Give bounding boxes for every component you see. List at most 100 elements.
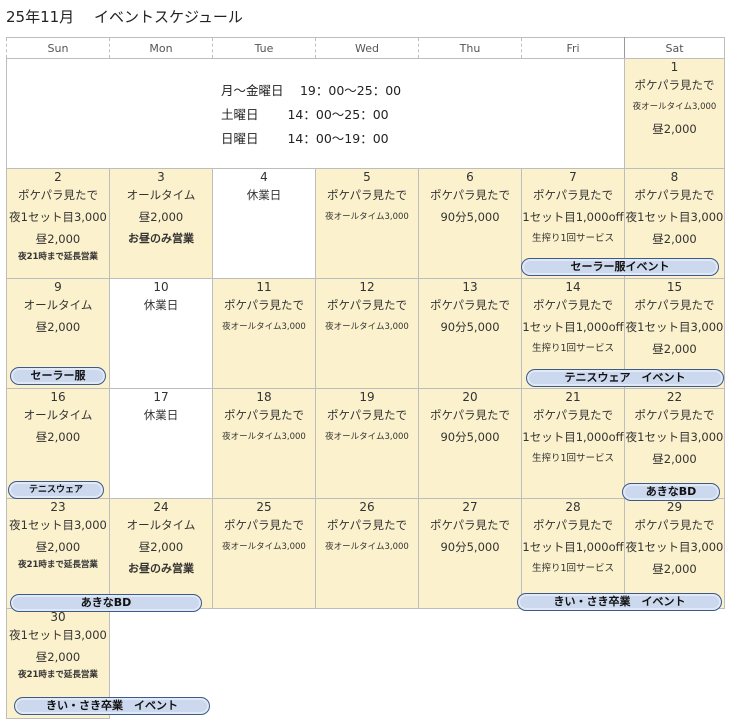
day-cell-29[interactable]: 29 ポケパラ見たで 夜1セット目3,000 昼2,000 — [624, 498, 725, 609]
day-detail-line: ポケパラ見たで — [532, 298, 614, 312]
hours-sunday: 日曜日 14：00～19：00 — [221, 131, 389, 146]
day-number: 7 — [569, 170, 577, 184]
day-detail-line: 夜21時まで延長営業 — [18, 560, 98, 570]
day-details: ポケパラ見たで 夜1セット目3,000 昼2,000 — [625, 294, 724, 360]
day-detail-line: 夜オールタイム3,000 — [222, 542, 306, 552]
event-tennis-wear-label[interactable]: テニスウェア — [8, 481, 104, 499]
day-details: ポケパラ見たで夜オールタイム3,000 — [213, 514, 315, 558]
day-cell-10[interactable]: 10 休業日 — [109, 278, 213, 389]
day-detail-line: 昼2,000 — [652, 232, 697, 246]
day-detail-line: ポケパラ見たで — [634, 78, 715, 92]
day-detail-line: 夜1セット目3,000 — [9, 628, 107, 642]
day-details: ポケパラ見たで 1セット目1,000off 生搾り1回サービス — [522, 404, 624, 470]
day-detail-line: 夜オールタイム3,000 — [325, 432, 409, 442]
day-details: ポケパラ見たで 90分5,000 — [419, 184, 521, 228]
event-tennis-wear-banner[interactable]: テニスウェア イベント — [526, 369, 724, 387]
day-details: ポケパラ見たで夜オールタイム3,000 — [316, 514, 418, 558]
day-cell-18[interactable]: 18 ポケパラ見たで 夜オールタイム3,000 — [212, 388, 316, 499]
day-detail-line: ポケパラ見たで — [532, 408, 614, 422]
day-detail-line: ポケパラ見たで — [326, 518, 408, 532]
day-detail-line: 夜オールタイム3,000 — [325, 212, 409, 222]
day-detail-line: 夜1セット目3,000 — [625, 430, 724, 444]
event-sailor-uniform-label[interactable]: セーラー服 — [10, 367, 106, 385]
day-detail-line: 夜1セット目3,000 — [625, 540, 724, 554]
day-detail-line: ポケパラ見たで — [634, 298, 715, 312]
day-cell-12[interactable]: 12 ポケパラ見たで 夜オールタイム3,000 — [315, 278, 419, 389]
day-number: 10 — [153, 280, 169, 294]
day-detail-line: 生搾り1回サービス — [531, 343, 615, 354]
day-number: 11 — [256, 280, 272, 294]
day-detail-line: ポケパラ見たで — [532, 518, 614, 532]
day-cell-2[interactable]: 2 ポケパラ見たで 夜1セット目3,000 昼2,000 夜21時まで延長営業 — [6, 168, 110, 279]
day-detail-line: 1セット目1,000off — [522, 320, 624, 334]
day-number: 9 — [54, 280, 62, 294]
day-cell-3[interactable]: 3 オールタイム 昼2,000 お昼のみ営業 — [109, 168, 213, 279]
day-detail-line: 90分5,000 — [440, 430, 500, 444]
day-cell-1[interactable]: 1 ポケパラ見たで 夜オールタイム3,000 昼2,000 — [624, 58, 725, 169]
day-number: 8 — [670, 170, 679, 184]
day-cell-22[interactable]: 22 ポケパラ見たで 夜1セット目3,000 昼2,000 — [624, 388, 725, 499]
day-detail-line: 90分5,000 — [440, 320, 500, 334]
day-number: 29 — [666, 500, 683, 514]
day-cell-20[interactable]: 20 ポケパラ見たで 90分5,000 — [418, 388, 522, 499]
day-details: ポケパラ見たで夜オールタイム3,000 昼2,000 — [625, 74, 724, 140]
day-detail-line: 休業日 — [246, 188, 282, 202]
day-detail-line: 昼2,000 — [35, 232, 81, 246]
day-cell-26[interactable]: 26 ポケパラ見たで 夜オールタイム3,000 — [315, 498, 419, 609]
day-detail-line: 夜オールタイム3,000 — [325, 322, 409, 332]
day-cell-23[interactable]: 23 夜1セット目3,000 昼2,000 夜21時まで延長営業 — [6, 498, 110, 609]
day-detail-line: 昼2,000 — [652, 122, 697, 136]
day-number: 28 — [565, 500, 581, 514]
event-akina-bd-banner[interactable]: あきなBD — [10, 594, 202, 612]
day-detail-line: 1セット目1,000off — [522, 430, 624, 444]
day-detail-line: 夜オールタイム3,000 — [632, 102, 717, 112]
day-number: 20 — [462, 390, 478, 404]
day-number: 27 — [462, 500, 478, 514]
day-cell-21[interactable]: 21 ポケパラ見たで 1セット目1,000off 生搾り1回サービス — [521, 388, 625, 499]
day-cell-17[interactable]: 17 休業日 — [109, 388, 213, 499]
day-details: オールタイム 昼2,000 — [7, 294, 109, 338]
day-number: 23 — [50, 500, 66, 514]
day-details: ポケパラ見たで 夜オールタイム3,000 — [213, 404, 315, 448]
day-detail-line: お昼のみ営業 — [128, 562, 194, 575]
event-akina-bd-label[interactable]: あきなBD — [622, 483, 720, 501]
day-details: ポケパラ見たで 夜1セット目3,000 昼2,000 — [625, 184, 724, 250]
day-number: 12 — [359, 280, 375, 294]
day-detail-line: 休業日 — [143, 408, 179, 422]
day-number: 18 — [256, 390, 272, 404]
day-cell-25[interactable]: 25 ポケパラ見たで 夜オールタイム3,000 — [212, 498, 316, 609]
day-detail-line: 夜21時まで延長営業 — [18, 252, 98, 262]
event-sailor-uniform-banner[interactable]: セーラー服イベント — [521, 258, 719, 276]
day-number: 15 — [666, 280, 683, 294]
day-detail-line: 生搾り1回サービス — [531, 453, 615, 464]
day-detail-line: 90分5,000 — [440, 210, 500, 224]
day-cell-24[interactable]: 24 オールタイム 昼2,000 お昼のみ営業 — [109, 498, 213, 609]
day-cell-19[interactable]: 19 ポケパラ見たで 夜オールタイム3,000 — [315, 388, 419, 499]
day-detail-line: 昼2,000 — [35, 650, 81, 664]
day-detail-line: ポケパラ見たで — [223, 518, 305, 532]
day-detail-line: 夜1セット目3,000 — [9, 210, 107, 224]
day-cell-11[interactable]: 11 ポケパラ見たで 夜オールタイム3,000 — [212, 278, 316, 389]
day-detail-line: 夜21時まで延長営業 — [18, 670, 98, 680]
day-cell-28[interactable]: 28 ポケパラ見たで 1セット目1,000off 生搾り1回サービス — [521, 498, 625, 609]
day-details: 夜1セット目3,000 昼2,000 夜21時まで延長営業 — [7, 514, 109, 572]
day-number: 24 — [153, 500, 169, 514]
day-cell-13[interactable]: 13 ポケパラ見たで 90分5,000 — [418, 278, 522, 389]
day-detail-line: 休業日 — [143, 298, 179, 312]
day-number: 14 — [565, 280, 581, 294]
week-row-4: 16 オールタイム 昼2,000 17 休業日 18 ポケパラ見たで 夜オールタイム3,0… — [6, 388, 725, 499]
day-cell-5[interactable]: 5 ポケパラ見たで 夜オールタイム3,000 — [315, 168, 419, 279]
day-cell-4[interactable]: 4 休業日 — [212, 168, 316, 279]
event-graduation-banner[interactable]: きい・さき卒業 イベント — [517, 593, 722, 611]
day-detail-line: ポケパラ見たで — [429, 408, 511, 422]
event-graduation-banner-30[interactable]: きい・さき卒業 イベント — [14, 697, 210, 715]
day-detail-line: 昼2,000 — [652, 342, 697, 356]
day-cell-27[interactable]: 27 ポケパラ見たで 90分5,000 — [418, 498, 522, 609]
day-details: ポケパラ見たで 90分5,000 — [419, 404, 521, 448]
day-detail-line: 夜オールタイム3,000 — [325, 542, 409, 552]
weekday-sun: Sun — [6, 37, 110, 59]
day-number: 3 — [157, 170, 165, 184]
day-cell-6[interactable]: 6 ポケパラ見たで 90分5,000 — [418, 168, 522, 279]
day-details: ポケパラ見たで 1セット目1,000off 生搾り1回サービス — [522, 294, 624, 360]
day-details: ポケパラ見たで 夜オールタイム3,000 — [316, 404, 418, 448]
